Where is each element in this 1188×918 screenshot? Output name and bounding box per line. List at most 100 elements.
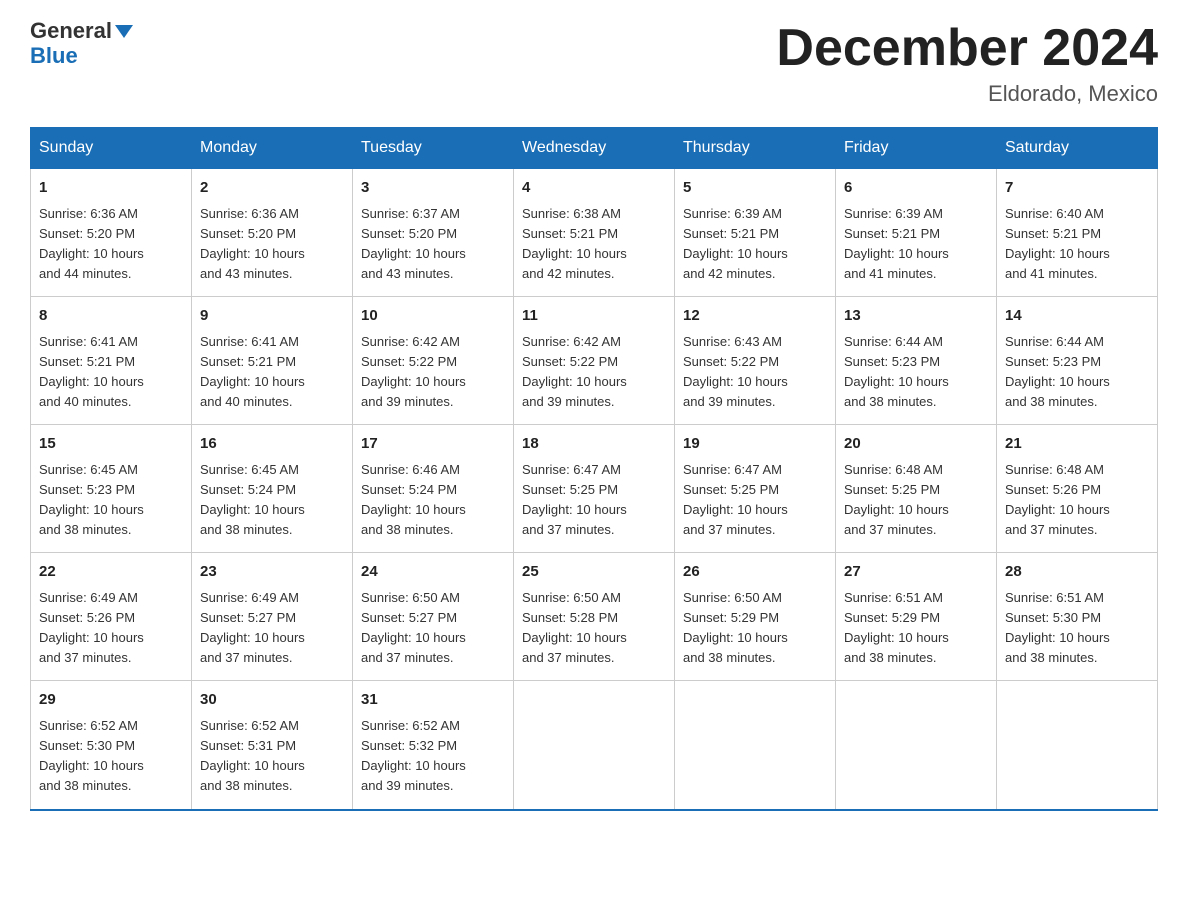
- day-info: Sunrise: 6:42 AMSunset: 5:22 PMDaylight:…: [361, 332, 505, 413]
- day-info: Sunrise: 6:38 AMSunset: 5:21 PMDaylight:…: [522, 204, 666, 285]
- day-number: 12: [683, 305, 827, 328]
- calendar-cell: 30 Sunrise: 6:52 AMSunset: 5:31 PMDayligh…: [192, 681, 353, 810]
- day-info: Sunrise: 6:44 AMSunset: 5:23 PMDaylight:…: [844, 332, 988, 413]
- day-info: Sunrise: 6:48 AMSunset: 5:26 PMDaylight:…: [1005, 460, 1149, 541]
- calendar-header-saturday: Saturday: [997, 128, 1158, 168]
- day-number: 30: [200, 689, 344, 712]
- day-number: 1: [39, 177, 183, 200]
- calendar-cell: 22 Sunrise: 6:49 AMSunset: 5:26 PMDayligh…: [31, 553, 192, 681]
- calendar-cell: 16 Sunrise: 6:45 AMSunset: 5:24 PMDayligh…: [192, 425, 353, 553]
- calendar-header-monday: Monday: [192, 128, 353, 168]
- logo-general: General: [30, 18, 133, 43]
- calendar-cell: 18 Sunrise: 6:47 AMSunset: 5:25 PMDayligh…: [514, 425, 675, 553]
- day-number: 22: [39, 561, 183, 584]
- day-info: Sunrise: 6:41 AMSunset: 5:21 PMDaylight:…: [39, 332, 183, 413]
- day-number: 31: [361, 689, 505, 712]
- calendar-header-wednesday: Wednesday: [514, 128, 675, 168]
- day-number: 16: [200, 433, 344, 456]
- calendar-cell: 3 Sunrise: 6:37 AMSunset: 5:20 PMDaylight…: [353, 168, 514, 297]
- day-info: Sunrise: 6:51 AMSunset: 5:29 PMDaylight:…: [844, 588, 988, 669]
- page-header: General Blue December 2024 Eldorado, Mex…: [30, 20, 1158, 107]
- calendar-cell: 13Sunrise: 6:44 AMSunset: 5:23 PMDayligh…: [836, 297, 997, 425]
- calendar-cell: 28 Sunrise: 6:51 AMSunset: 5:30 PMDayligh…: [997, 553, 1158, 681]
- calendar-cell: [836, 681, 997, 810]
- day-number: 10: [361, 305, 505, 328]
- calendar-cell: [675, 681, 836, 810]
- day-info: Sunrise: 6:43 AMSunset: 5:22 PMDaylight:…: [683, 332, 827, 413]
- calendar-cell: 7 Sunrise: 6:40 AMSunset: 5:21 PMDaylight…: [997, 168, 1158, 297]
- day-info: Sunrise: 6:52 AMSunset: 5:30 PMDaylight:…: [39, 716, 183, 797]
- day-number: 17: [361, 433, 505, 456]
- calendar-cell: 29Sunrise: 6:52 AMSunset: 5:30 PMDayligh…: [31, 681, 192, 810]
- title-area: December 2024 Eldorado, Mexico: [776, 20, 1158, 107]
- calendar-cell: 31 Sunrise: 6:52 AMSunset: 5:32 PMDayligh…: [353, 681, 514, 810]
- calendar-header-sunday: Sunday: [31, 128, 192, 168]
- location: Eldorado, Mexico: [776, 81, 1158, 107]
- day-number: 3: [361, 177, 505, 200]
- day-info: Sunrise: 6:49 AMSunset: 5:26 PMDaylight:…: [39, 588, 183, 669]
- day-number: 5: [683, 177, 827, 200]
- day-info: Sunrise: 6:46 AMSunset: 5:24 PMDaylight:…: [361, 460, 505, 541]
- day-info: Sunrise: 6:52 AMSunset: 5:32 PMDaylight:…: [361, 716, 505, 797]
- day-number: 8: [39, 305, 183, 328]
- day-number: 24: [361, 561, 505, 584]
- calendar-cell: [514, 681, 675, 810]
- calendar-header-tuesday: Tuesday: [353, 128, 514, 168]
- day-number: 20: [844, 433, 988, 456]
- day-info: Sunrise: 6:52 AMSunset: 5:31 PMDaylight:…: [200, 716, 344, 797]
- calendar-week-row: 8 Sunrise: 6:41 AMSunset: 5:21 PMDaylight…: [31, 297, 1158, 425]
- day-number: 28: [1005, 561, 1149, 584]
- calendar-cell: 8 Sunrise: 6:41 AMSunset: 5:21 PMDaylight…: [31, 297, 192, 425]
- calendar-cell: 10 Sunrise: 6:42 AMSunset: 5:22 PMDayligh…: [353, 297, 514, 425]
- calendar-header-thursday: Thursday: [675, 128, 836, 168]
- day-number: 19: [683, 433, 827, 456]
- day-number: 15: [39, 433, 183, 456]
- day-info: Sunrise: 6:45 AMSunset: 5:24 PMDaylight:…: [200, 460, 344, 541]
- calendar-cell: 21 Sunrise: 6:48 AMSunset: 5:26 PMDayligh…: [997, 425, 1158, 553]
- day-number: 2: [200, 177, 344, 200]
- day-number: 11: [522, 305, 666, 328]
- day-info: Sunrise: 6:48 AMSunset: 5:25 PMDaylight:…: [844, 460, 988, 541]
- day-info: Sunrise: 6:50 AMSunset: 5:29 PMDaylight:…: [683, 588, 827, 669]
- calendar-cell: 4Sunrise: 6:38 AMSunset: 5:21 PMDaylight…: [514, 168, 675, 297]
- calendar-header-friday: Friday: [836, 128, 997, 168]
- logo: General Blue: [30, 20, 133, 69]
- day-number: 7: [1005, 177, 1149, 200]
- day-info: Sunrise: 6:51 AMSunset: 5:30 PMDaylight:…: [1005, 588, 1149, 669]
- logo-top-line: General: [30, 20, 133, 43]
- day-info: Sunrise: 6:41 AMSunset: 5:21 PMDaylight:…: [200, 332, 344, 413]
- day-number: 18: [522, 433, 666, 456]
- day-number: 9: [200, 305, 344, 328]
- calendar-cell: 12 Sunrise: 6:43 AMSunset: 5:22 PMDayligh…: [675, 297, 836, 425]
- calendar-cell: 9 Sunrise: 6:41 AMSunset: 5:21 PMDaylight…: [192, 297, 353, 425]
- calendar-table: SundayMondayTuesdayWednesdayThursdayFrid…: [30, 127, 1158, 810]
- calendar-header-row: SundayMondayTuesdayWednesdayThursdayFrid…: [31, 128, 1158, 168]
- day-info: Sunrise: 6:36 AMSunset: 5:20 PMDaylight:…: [200, 204, 344, 285]
- calendar-cell: 26Sunrise: 6:50 AMSunset: 5:29 PMDayligh…: [675, 553, 836, 681]
- calendar-cell: 15 Sunrise: 6:45 AMSunset: 5:23 PMDayligh…: [31, 425, 192, 553]
- calendar-cell: 25Sunrise: 6:50 AMSunset: 5:28 PMDayligh…: [514, 553, 675, 681]
- day-info: Sunrise: 6:47 AMSunset: 5:25 PMDaylight:…: [683, 460, 827, 541]
- calendar-week-row: 22 Sunrise: 6:49 AMSunset: 5:26 PMDayligh…: [31, 553, 1158, 681]
- day-info: Sunrise: 6:45 AMSunset: 5:23 PMDaylight:…: [39, 460, 183, 541]
- calendar-cell: 20 Sunrise: 6:48 AMSunset: 5:25 PMDayligh…: [836, 425, 997, 553]
- day-number: 21: [1005, 433, 1149, 456]
- day-info: Sunrise: 6:47 AMSunset: 5:25 PMDaylight:…: [522, 460, 666, 541]
- calendar-cell: 24Sunrise: 6:50 AMSunset: 5:27 PMDayligh…: [353, 553, 514, 681]
- day-info: Sunrise: 6:42 AMSunset: 5:22 PMDaylight:…: [522, 332, 666, 413]
- day-info: Sunrise: 6:40 AMSunset: 5:21 PMDaylight:…: [1005, 204, 1149, 285]
- day-info: Sunrise: 6:37 AMSunset: 5:20 PMDaylight:…: [361, 204, 505, 285]
- calendar-week-row: 15 Sunrise: 6:45 AMSunset: 5:23 PMDayligh…: [31, 425, 1158, 553]
- calendar-cell: 1 Sunrise: 6:36 AMSunset: 5:20 PMDaylight…: [31, 168, 192, 297]
- calendar-cell: [997, 681, 1158, 810]
- calendar-cell: 2 Sunrise: 6:36 AMSunset: 5:20 PMDaylight…: [192, 168, 353, 297]
- day-number: 6: [844, 177, 988, 200]
- calendar-cell: 27Sunrise: 6:51 AMSunset: 5:29 PMDayligh…: [836, 553, 997, 681]
- calendar-cell: 17 Sunrise: 6:46 AMSunset: 5:24 PMDayligh…: [353, 425, 514, 553]
- calendar-cell: 6Sunrise: 6:39 AMSunset: 5:21 PMDaylight…: [836, 168, 997, 297]
- calendar-week-row: 1 Sunrise: 6:36 AMSunset: 5:20 PMDaylight…: [31, 168, 1158, 297]
- calendar-cell: 23Sunrise: 6:49 AMSunset: 5:27 PMDayligh…: [192, 553, 353, 681]
- day-info: Sunrise: 6:36 AMSunset: 5:20 PMDaylight:…: [39, 204, 183, 285]
- calendar-cell: 14Sunrise: 6:44 AMSunset: 5:23 PMDayligh…: [997, 297, 1158, 425]
- day-info: Sunrise: 6:39 AMSunset: 5:21 PMDaylight:…: [683, 204, 827, 285]
